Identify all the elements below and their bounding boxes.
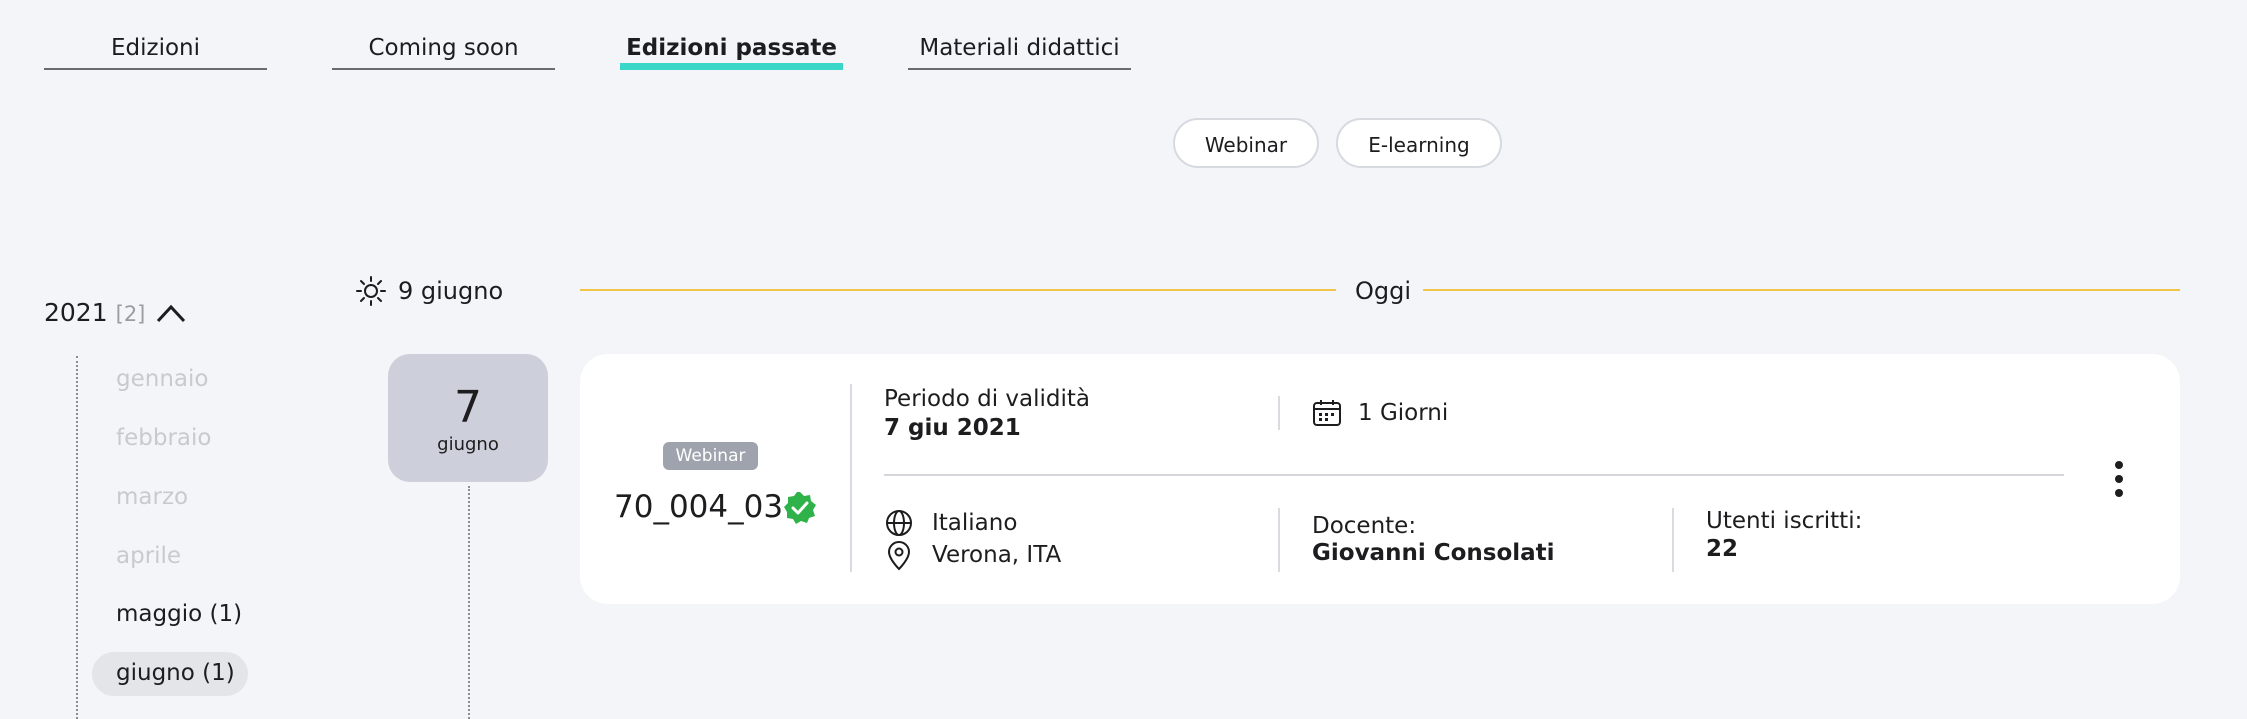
edition-code: 70_004_03 bbox=[614, 489, 784, 525]
more-options-icon[interactable] bbox=[2111, 460, 2127, 498]
chevron-up-icon[interactable] bbox=[156, 302, 186, 324]
location-value: Verona, ITA bbox=[932, 542, 1062, 568]
today-label: Oggi bbox=[1355, 277, 1412, 305]
month-item-gennaio: gennaio bbox=[116, 366, 209, 392]
location-pin-icon bbox=[887, 541, 911, 571]
filter-webinar-chip[interactable]: Webinar bbox=[1173, 118, 1319, 168]
tab-edizioni-passate[interactable]: Edizioni passate bbox=[620, 30, 843, 70]
validity-value: 7 giu 2021 bbox=[884, 415, 1021, 441]
month-item-aprile: aprile bbox=[116, 543, 182, 569]
verified-icon bbox=[784, 492, 816, 524]
enrolled-label: Utenti iscritti: bbox=[1706, 508, 1863, 534]
teacher-label: Docente: bbox=[1312, 513, 1417, 539]
calendar-icon bbox=[1313, 400, 1341, 426]
card-divider-top bbox=[1278, 396, 1280, 430]
enrolled-value: 22 bbox=[1706, 536, 1739, 562]
tab-edizioni[interactable]: Edizioni bbox=[44, 30, 267, 70]
month-item-marzo: marzo bbox=[116, 484, 189, 510]
card-divider-bottom-1 bbox=[1278, 508, 1280, 572]
tab-coming-soon[interactable]: Coming soon bbox=[332, 30, 555, 70]
year-label: 2021 bbox=[44, 298, 108, 327]
type-badge: Webinar bbox=[663, 442, 758, 470]
day-dotted-line bbox=[468, 486, 470, 719]
card-divider-bottom-2 bbox=[1672, 508, 1674, 572]
year-count: [2] bbox=[115, 302, 146, 326]
day-badge: 7 giugno bbox=[388, 354, 548, 482]
language-value: Italiano bbox=[932, 510, 1018, 536]
month-item-maggio[interactable]: maggio (1) bbox=[116, 599, 242, 629]
validity-label: Periodo di validità bbox=[884, 386, 1090, 412]
today-line-right bbox=[1423, 289, 2180, 291]
duration-value: 1 Giorni bbox=[1358, 400, 1449, 426]
date-header: 9 giugno bbox=[398, 277, 504, 305]
filter-elearning-chip[interactable]: E-learning bbox=[1336, 118, 1502, 168]
today-line-left bbox=[580, 289, 1336, 291]
sidebar-dotted-line bbox=[76, 356, 78, 719]
tab-materiali-didattici[interactable]: Materiali didattici bbox=[908, 30, 1131, 70]
month-item-giugno[interactable]: giugno (1) bbox=[116, 658, 235, 688]
card-divider-horizontal bbox=[884, 474, 2064, 476]
globe-icon bbox=[886, 510, 912, 536]
sun-icon bbox=[356, 276, 386, 306]
card-divider-main bbox=[850, 384, 852, 572]
day-number: 7 bbox=[454, 382, 482, 433]
teacher-value: Giovanni Consolati bbox=[1312, 540, 1555, 566]
month-item-febbraio: febbraio bbox=[116, 425, 212, 451]
year-heading[interactable]: 2021 [2] bbox=[44, 296, 145, 331]
day-month: giugno bbox=[437, 434, 499, 455]
